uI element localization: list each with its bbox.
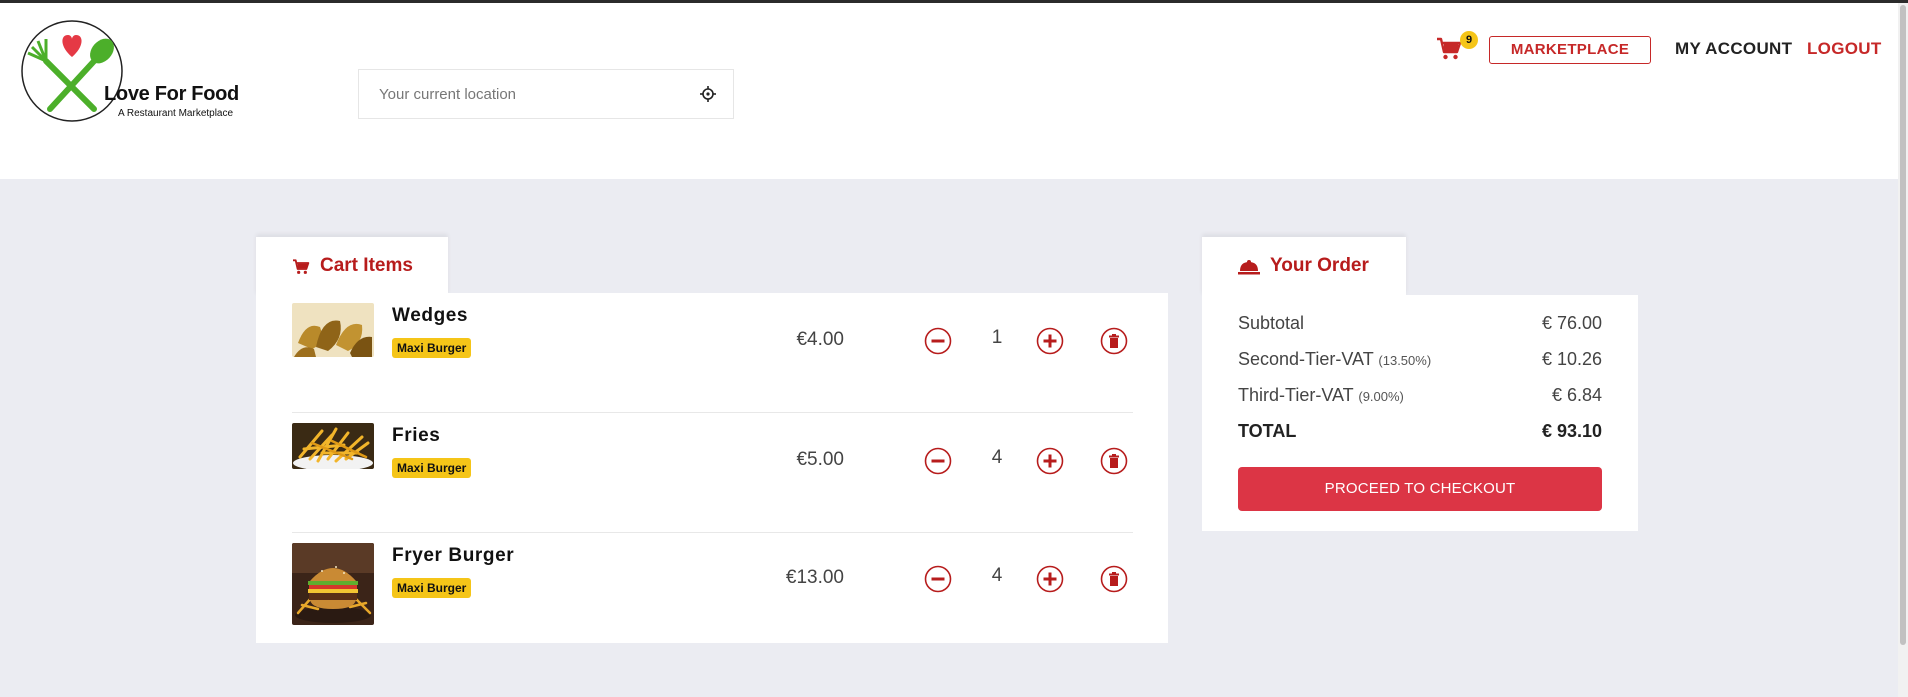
cart-icon (293, 259, 310, 274)
second-tier-vat-value: € 10.26 (1541, 349, 1602, 369)
location-input[interactable] (359, 70, 679, 118)
item-quantity: 4 (991, 565, 1003, 586)
location-search (358, 69, 734, 119)
brand-logo[interactable]: Love For Food A Restaurant Marketplace (20, 19, 260, 149)
second-tier-vat-rate: (13.50%) (1378, 353, 1432, 368)
subtotal-value: € 76.00 (1541, 313, 1602, 333)
logout-link[interactable]: LOGOUT (1807, 39, 1882, 59)
cart-item: Fryer Burger Maxi Burger €13.00 4 (292, 533, 1133, 653)
brand-tagline: A Restaurant Marketplace (118, 108, 234, 119)
proceed-to-checkout-button[interactable]: PROCEED TO CHECKOUT (1238, 467, 1602, 511)
third-tier-vat-value: € 6.84 (1551, 385, 1602, 405)
scrollbar-thumb[interactable] (1900, 5, 1906, 645)
order-summary-panel: Subtotal € 76.00 Second-Tier-VAT (13.50%… (1202, 295, 1638, 531)
subtotal-label: Subtotal (1238, 313, 1305, 333)
total-value: € 93.10 (1541, 421, 1602, 441)
cart-icon (1437, 37, 1462, 60)
tab-your-order[interactable]: Your Order (1202, 237, 1406, 297)
tab-cart-items[interactable]: Cart Items (256, 237, 448, 297)
increase-quantity-icon[interactable] (1036, 327, 1064, 355)
cart-count-badge: 9 (1460, 31, 1478, 49)
decrease-quantity-icon[interactable] (924, 447, 952, 475)
decrease-quantity-icon[interactable] (924, 327, 952, 355)
item-price: €5.00 (796, 449, 844, 470)
restaurant-badge: Maxi Burger (392, 458, 472, 478)
item-quantity: 4 (991, 447, 1003, 468)
site-header: Love For Food A Restaurant Marketplace 9… (0, 3, 1898, 179)
item-image (292, 423, 374, 469)
item-name: Fries (392, 425, 441, 446)
second-tier-vat-label: Second-Tier-VAT (13.50%) (1238, 349, 1432, 369)
third-tier-vat-label: Third-Tier-VAT (9.00%) (1238, 385, 1404, 405)
increase-quantity-icon[interactable] (1036, 565, 1064, 593)
increase-quantity-icon[interactable] (1036, 447, 1064, 475)
third-tier-vat-rate: (9.00%) (1358, 389, 1404, 404)
item-image (292, 543, 374, 625)
page-scrollbar[interactable] (1898, 3, 1908, 697)
remove-item-trash-icon[interactable] (1100, 565, 1128, 593)
remove-item-trash-icon[interactable] (1100, 447, 1128, 475)
item-quantity: 1 (991, 327, 1003, 348)
restaurant-badge: Maxi Burger (392, 578, 472, 598)
your-order-title: Your Order (1270, 255, 1369, 276)
item-image (292, 303, 374, 357)
cloche-icon (1238, 260, 1260, 275)
brand-name: Love For Food (104, 83, 239, 105)
decrease-quantity-icon[interactable] (924, 565, 952, 593)
cart-items-title: Cart Items (320, 255, 413, 276)
marketplace-button[interactable]: MARKETPLACE (1489, 36, 1651, 64)
item-price: €13.00 (785, 567, 844, 588)
logo-emblem-icon (21, 20, 123, 122)
item-name: Wedges (392, 305, 469, 326)
my-account-link[interactable]: MY ACCOUNT (1675, 39, 1792, 59)
remove-item-trash-icon[interactable] (1100, 327, 1128, 355)
nav-cart-button[interactable]: 9 (1436, 31, 1478, 61)
restaurant-badge: Maxi Burger (392, 338, 472, 358)
item-name: Fryer Burger (392, 545, 515, 566)
total-label: TOTAL (1238, 421, 1297, 441)
item-price: €4.00 (796, 329, 844, 350)
cart-item: Fries Maxi Burger €5.00 4 (292, 413, 1133, 533)
cart-item: Wedges Maxi Burger €4.00 1 (292, 293, 1133, 413)
cart-items-panel: Wedges Maxi Burger €4.00 1 Fries Maxi Bu… (256, 293, 1168, 643)
crosshair-icon[interactable] (699, 85, 717, 103)
